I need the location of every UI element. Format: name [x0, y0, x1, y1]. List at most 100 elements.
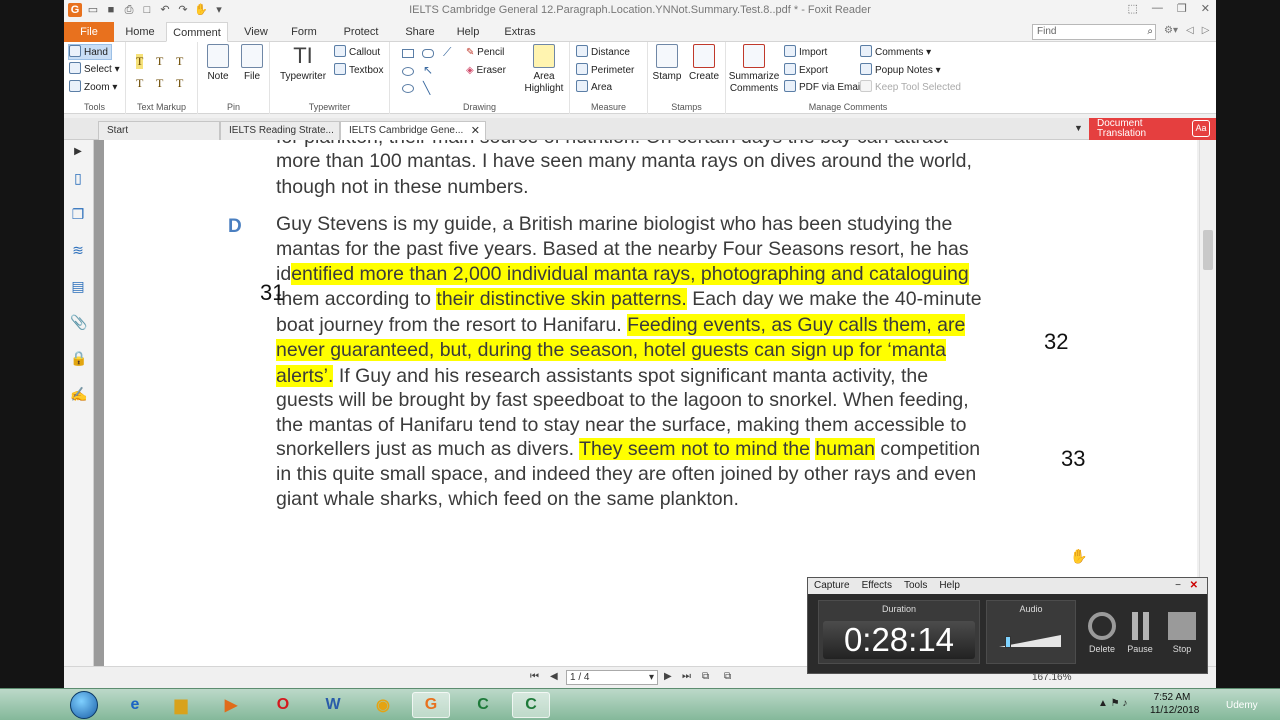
- typewriter-button[interactable]: TI Typewriter: [274, 44, 332, 83]
- expand-panel-icon[interactable]: ▶: [70, 144, 86, 160]
- cloud-icon[interactable]: [422, 49, 434, 58]
- document-translation-button[interactable]: Document Translation Aa: [1089, 118, 1216, 140]
- area-highlight-button[interactable]: Area Highlight: [524, 44, 564, 95]
- oval-icon[interactable]: [402, 67, 414, 76]
- textbox-button[interactable]: Textbox: [334, 63, 383, 79]
- stop-button[interactable]: Stop: [1162, 612, 1202, 654]
- polygon-icon[interactable]: [402, 84, 414, 93]
- first-page-icon[interactable]: ⏮: [530, 671, 539, 682]
- close-tab-icon[interactable]: ✕: [471, 122, 480, 140]
- layers-icon[interactable]: ≋: [70, 242, 86, 258]
- prev-page-icon[interactable]: ◀: [550, 671, 558, 682]
- clock[interactable]: 7:52 AM 11/12/2018: [1150, 691, 1199, 717]
- pause-button[interactable]: Pause: [1120, 612, 1160, 654]
- tab-extras[interactable]: Extras: [500, 22, 540, 42]
- page-thumbnails-icon[interactable]: ▯: [70, 170, 86, 186]
- menu-help[interactable]: Help: [939, 580, 960, 591]
- highlight[interactable]: human: [815, 438, 876, 460]
- zoom-button[interactable]: Zoom ▾: [69, 80, 117, 96]
- find-input[interactable]: Find ⌕: [1032, 24, 1156, 40]
- opera-icon[interactable]: O: [264, 692, 302, 718]
- minimize-button[interactable]: —: [1152, 2, 1163, 15]
- highlight[interactable]: They seem not to mind the: [579, 438, 810, 460]
- pdf-via-email-button[interactable]: PDF via Email: [784, 80, 862, 96]
- callout-button[interactable]: Callout: [334, 45, 380, 61]
- strikeout-icon[interactable]: T: [136, 76, 143, 91]
- note-button[interactable]: Note: [204, 44, 232, 83]
- hand-button[interactable]: Hand: [68, 44, 112, 60]
- camtasia-icon[interactable]: C: [464, 692, 502, 718]
- area-button[interactable]: Area: [576, 80, 612, 96]
- line-icon[interactable]: ╲: [423, 80, 430, 96]
- highlight-text-icon[interactable]: T: [136, 54, 144, 69]
- slider-handle[interactable]: [1005, 636, 1011, 648]
- menu-tools[interactable]: Tools: [904, 580, 927, 591]
- minimize-button[interactable]: −: [1175, 578, 1181, 594]
- comments-panel-icon[interactable]: ▤: [70, 278, 86, 294]
- doc-tab-cambridge[interactable]: IELTS Cambridge Gene... ✕: [340, 121, 486, 140]
- word-icon[interactable]: W: [314, 692, 352, 718]
- chrome-icon[interactable]: ◉: [364, 692, 402, 718]
- highlight[interactable]: never guaranteed, but, during the season…: [276, 339, 946, 361]
- media-player-icon[interactable]: ▶: [212, 692, 250, 718]
- squiggly-icon[interactable]: T: [156, 54, 163, 69]
- signature-icon[interactable]: ✍: [70, 386, 87, 402]
- rectangle-icon[interactable]: [402, 49, 414, 58]
- highlight[interactable]: alerts’.: [276, 365, 334, 387]
- doc-tab-start[interactable]: Start: [98, 121, 220, 140]
- attachments-icon[interactable]: 📎: [70, 314, 87, 330]
- audio-level-slider[interactable]: [999, 635, 1065, 649]
- keep-tool-selected-checkbox[interactable]: Keep Tool Selected: [860, 80, 961, 96]
- create-stamp-button[interactable]: Create: [686, 44, 722, 83]
- tab-share[interactable]: Share: [400, 22, 440, 42]
- menu-effects[interactable]: Effects: [862, 580, 892, 591]
- tab-comment[interactable]: Comment: [166, 22, 228, 42]
- page-number-input[interactable]: 1 / 4 ▾: [566, 670, 658, 685]
- lock-icon[interactable]: 🔒: [70, 350, 87, 366]
- search-icon[interactable]: ⌕: [1147, 25, 1153, 39]
- polyline-icon[interactable]: ⟋: [443, 44, 451, 60]
- last-page-icon[interactable]: ⏭: [682, 671, 691, 682]
- pencil-button[interactable]: ✎ Pencil: [466, 45, 504, 61]
- export-button[interactable]: Export: [784, 63, 828, 79]
- start-button[interactable]: [70, 691, 98, 719]
- view-mode-icon[interactable]: ⧉: [724, 671, 731, 682]
- tab-file[interactable]: File: [64, 22, 114, 42]
- summarize-comments-button[interactable]: Summarize Comments: [728, 44, 780, 95]
- forward-icon[interactable]: ▷: [1202, 25, 1210, 36]
- menu-capture[interactable]: Capture: [814, 580, 850, 591]
- file-button[interactable]: File: [238, 44, 266, 83]
- stamp-button[interactable]: Stamp: [650, 44, 684, 83]
- underline-icon[interactable]: T: [176, 54, 183, 69]
- tab-form[interactable]: Form: [284, 22, 324, 42]
- arrow-icon[interactable]: ↖: [423, 62, 433, 78]
- comments-dropdown[interactable]: Comments ▾: [860, 45, 931, 61]
- back-icon[interactable]: ◁: [1186, 25, 1194, 36]
- view-mode-icon[interactable]: ⧉: [702, 671, 709, 682]
- tab-list-dropdown-icon[interactable]: ▼: [1074, 123, 1083, 133]
- scrollbar-thumb[interactable]: [1203, 230, 1213, 270]
- file-explorer-icon[interactable]: ▆: [162, 692, 200, 718]
- ribbon-toggle-icon[interactable]: ⬚: [1128, 2, 1138, 15]
- tab-home[interactable]: Home: [120, 22, 160, 42]
- popup-notes-dropdown[interactable]: Popup Notes ▾: [860, 63, 941, 79]
- distance-button[interactable]: Distance: [576, 45, 630, 61]
- delete-button[interactable]: Delete: [1082, 612, 1122, 654]
- tab-protect[interactable]: Protect: [336, 22, 386, 42]
- next-page-icon[interactable]: ▶: [664, 671, 672, 682]
- eraser-button[interactable]: ◈ Eraser: [466, 63, 506, 79]
- highlight[interactable]: Feeding events, as Guy calls them, are: [627, 314, 966, 336]
- select-button[interactable]: Select ▾: [69, 62, 120, 78]
- doc-tab-reading-strategies[interactable]: IELTS Reading Strate...: [220, 121, 340, 140]
- foxit-reader-taskbar-icon[interactable]: G: [412, 692, 450, 718]
- close-button[interactable]: ✕: [1190, 578, 1198, 594]
- tab-view[interactable]: View: [236, 22, 276, 42]
- replace-text-icon[interactable]: T: [156, 76, 163, 91]
- tab-help[interactable]: Help: [450, 22, 486, 42]
- insert-text-icon[interactable]: T: [176, 76, 183, 91]
- system-tray[interactable]: ▲ ⚑ ♪: [1098, 698, 1127, 709]
- camtasia-recorder-icon[interactable]: C: [512, 692, 550, 718]
- import-button[interactable]: Import: [784, 45, 827, 61]
- close-button[interactable]: ✕: [1201, 2, 1210, 15]
- internet-explorer-icon[interactable]: e: [116, 692, 154, 718]
